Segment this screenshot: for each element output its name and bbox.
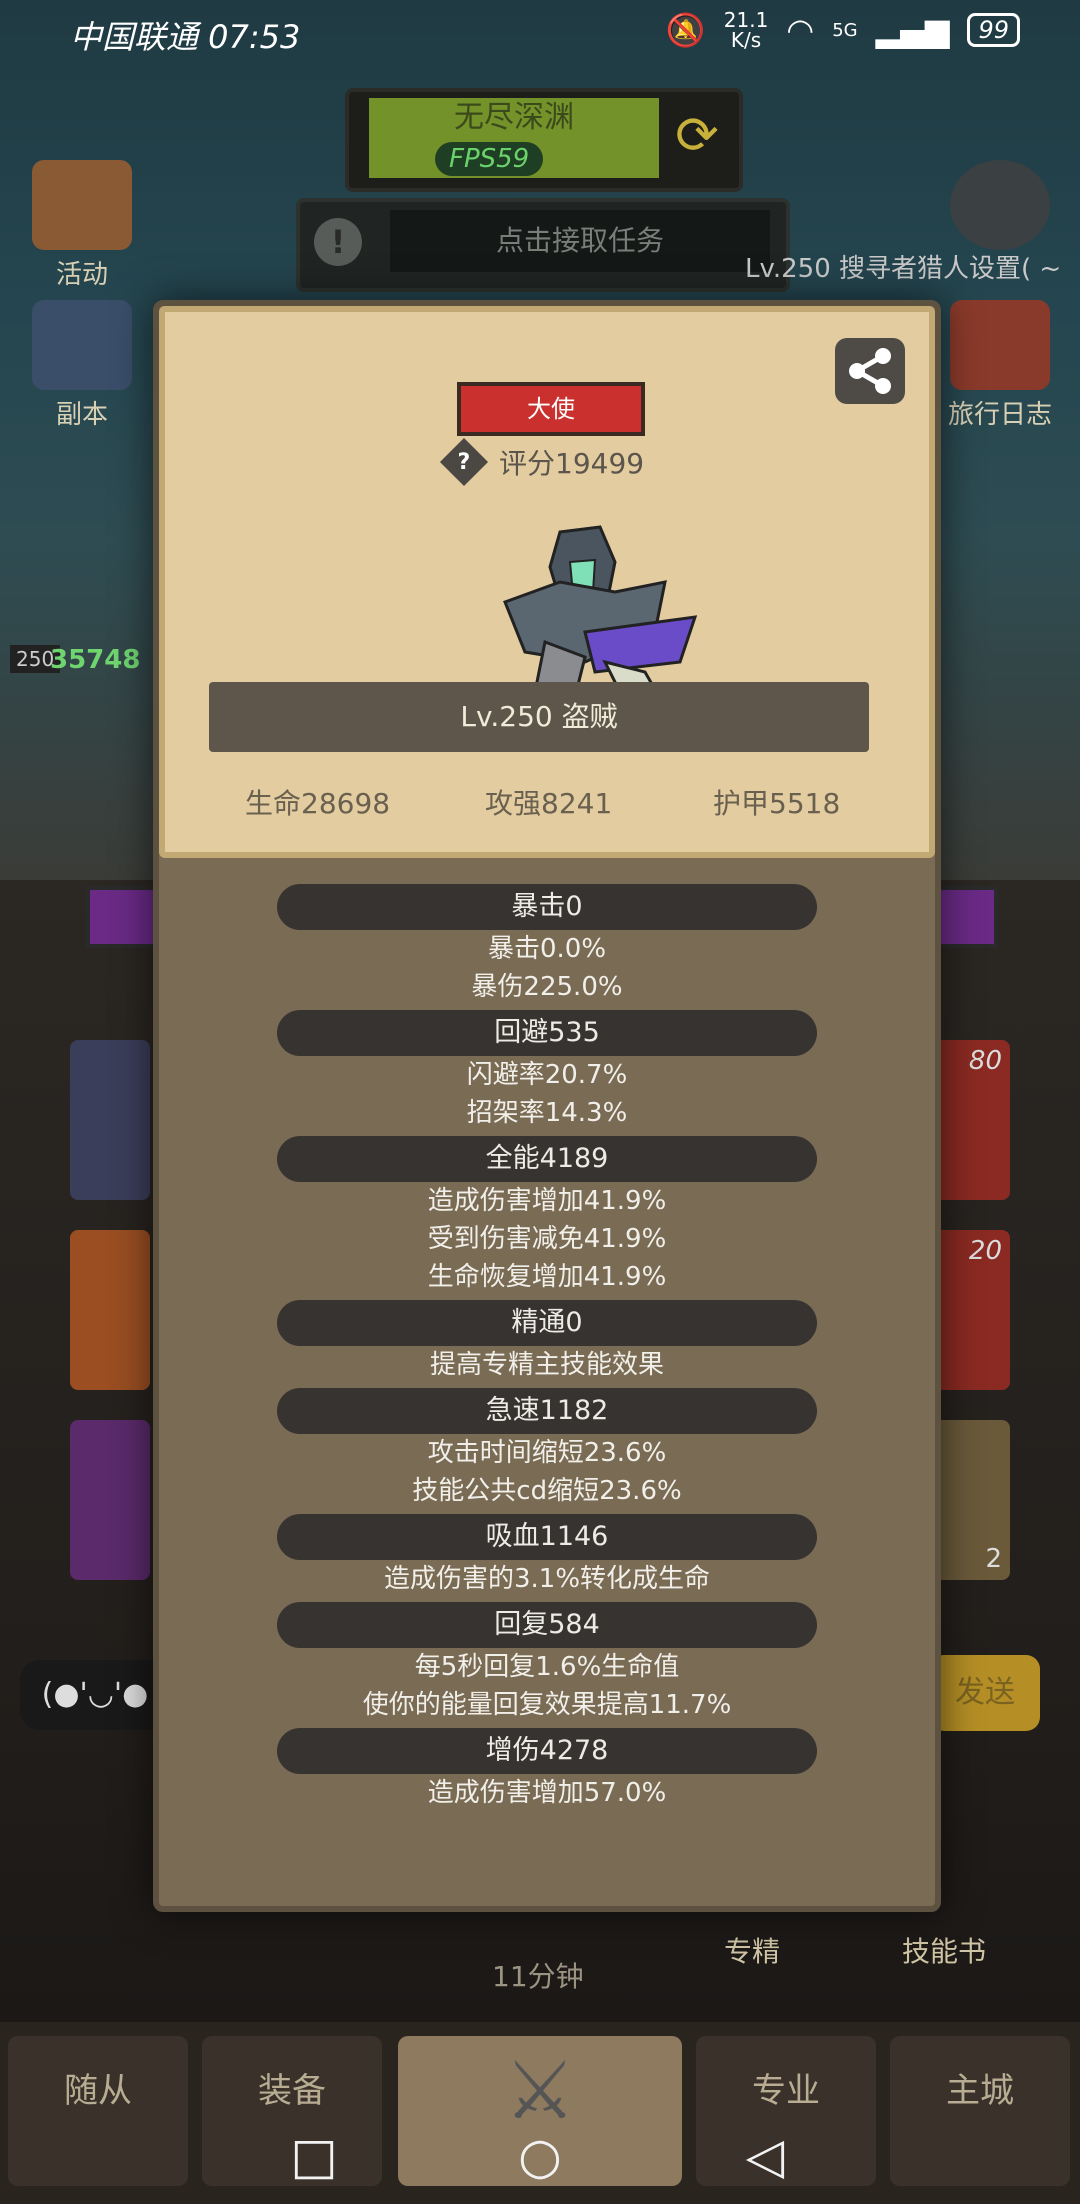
- attr-header-haste: 急速1182: [277, 1388, 817, 1434]
- status-icons: 🔕 21.1 K/s ◠ 5G ▂▄▆ 99: [666, 10, 1020, 50]
- travel-log-button[interactable]: 旅行日志: [940, 300, 1060, 431]
- attribute-list: 暴击0 暴击0.0% 暴伤225.0% 回避535 闪避率20.7% 招架率14…: [159, 884, 935, 1812]
- back-triangle-icon[interactable]: ◁: [735, 2126, 795, 2186]
- dungeon-selector[interactable]: 无尽深渊 10 ⟳: [345, 88, 743, 192]
- attr-line: 造成伤害增加57.0%: [427, 1778, 667, 1808]
- share-button[interactable]: [835, 338, 905, 404]
- chat-preview[interactable]: (●'◡'●: [20, 1660, 170, 1730]
- hero-stats-modal: 大使 ? 评分19499 Lv.250 盗贼 生命28698 攻强8241 护甲…: [153, 300, 941, 1912]
- timer-label: 11分钟: [492, 1960, 584, 1993]
- attr-line: 造成伤害增加41.9%: [427, 1186, 667, 1216]
- hero-armor: 护甲5518: [713, 787, 841, 820]
- network-speed-unit: K/s: [730, 28, 762, 52]
- recents-square-icon[interactable]: □: [284, 2126, 344, 2186]
- gear-icon: [950, 160, 1050, 250]
- attr-line: 暴击0.0%: [487, 934, 607, 964]
- dungeon-name: 无尽深渊: [454, 100, 574, 135]
- rank-badge: 大使: [457, 382, 645, 436]
- attr-header-versatility: 全能4189: [277, 1136, 817, 1182]
- attr-line: 暴伤225.0%: [471, 972, 623, 1002]
- status-bar: 中国联通 07:53 🔕 21.1 K/s ◠ 5G ▂▄▆ 99: [0, 0, 1080, 66]
- battery-indicator: 99: [967, 13, 1020, 47]
- dungeon-button[interactable]: 副本: [22, 300, 142, 431]
- book-icon: [950, 300, 1050, 390]
- network-speed-value: 21.1: [723, 8, 769, 32]
- card-left-1[interactable]: [70, 1040, 150, 1200]
- skill-book-label[interactable]: 技能书: [902, 1930, 986, 1970]
- question-help-icon[interactable]: ?: [439, 437, 489, 487]
- attr-header-crit: 暴击0: [277, 884, 817, 930]
- network-speed: 21.1 K/s: [724, 10, 769, 50]
- hero-summary-card: 大使 ? 评分19499 Lv.250 盗贼 生命28698 攻强8241 护甲…: [159, 306, 935, 858]
- home-circle-icon[interactable]: ○: [510, 2126, 570, 2186]
- activity-label: 活动: [55, 260, 108, 290]
- hero-name-bar: Lv.250 盗贼: [209, 682, 869, 752]
- attr-header-mastery: 精通0: [277, 1300, 817, 1346]
- accept-quest-button[interactable]: 点击接取任务: [390, 210, 770, 272]
- card-right-3[interactable]: 2: [930, 1420, 1010, 1580]
- attr-line: 招架率14.3%: [466, 1098, 628, 1128]
- card-left-3[interactable]: [70, 1420, 150, 1580]
- attr-line: 每5秒回复1.6%生命值: [414, 1652, 680, 1682]
- attr-line: 造成伤害的3.1%转化成生命: [383, 1564, 711, 1594]
- score-row: ? 评分19499: [439, 437, 645, 487]
- mute-bell-icon: 🔕: [665, 11, 706, 49]
- attr-header-avoidance: 回避535: [277, 1010, 817, 1056]
- attr-line: 生命恢复增加41.9%: [427, 1262, 667, 1292]
- attr-header-damage-bonus: 增伤4278: [277, 1728, 817, 1774]
- attr-header-regen: 回复584: [277, 1602, 817, 1648]
- hunt-status-text: Lv.250 搜寻者猎人设置( ~: [745, 254, 1062, 284]
- quest-panel[interactable]: ! 点击接取任务: [296, 198, 790, 292]
- send-button[interactable]: 发送: [930, 1655, 1040, 1731]
- share-icon: [849, 348, 891, 394]
- specialization-label[interactable]: 专精: [724, 1930, 780, 1970]
- attr-line: 攻击时间缩短23.6%: [427, 1438, 667, 1468]
- scroll-icon: [32, 160, 132, 250]
- attr-line: 使你的能量回复效果提高11.7%: [362, 1690, 732, 1720]
- wifi-icon: ◠: [786, 11, 815, 49]
- dungeon-label: 副本: [55, 400, 108, 430]
- fps-counter: FPS59: [435, 142, 544, 176]
- attr-header-lifesteal: 吸血1146: [277, 1514, 817, 1560]
- card-right-1[interactable]: 80: [930, 1040, 1010, 1200]
- attr-line: 技能公共cd缩短23.6%: [412, 1476, 682, 1506]
- attr-line: 提高专精主技能效果: [429, 1350, 664, 1380]
- portal-icon: [32, 300, 132, 390]
- card-count: 20: [968, 1236, 1002, 1266]
- player-hp: 35748: [50, 645, 141, 675]
- card-left-2[interactable]: [70, 1230, 150, 1390]
- signal-label: 5G: [832, 19, 858, 41]
- hero-score: 评分19499: [499, 447, 645, 480]
- card-right-2[interactable]: 20: [930, 1230, 1010, 1390]
- card-count: 2: [985, 1544, 1002, 1574]
- hero-attack-power: 攻强8241: [485, 787, 613, 820]
- signal-bars-icon: ▂▄▆: [875, 11, 950, 49]
- card-count: 80: [968, 1046, 1002, 1076]
- activity-button[interactable]: 活动: [22, 160, 142, 291]
- system-nav-bar: □ ○ ◁: [0, 2110, 1080, 2204]
- travel-log-label: 旅行日志: [947, 400, 1052, 430]
- hero-hp: 生命28698: [245, 787, 391, 820]
- exclamation-icon: !: [314, 218, 362, 266]
- attr-line: 闪避率20.7%: [466, 1060, 628, 1090]
- carrier-time: 中国联通 07:53: [70, 18, 301, 56]
- attr-line: 受到伤害减免41.9%: [427, 1224, 667, 1254]
- switch-arrows-icon[interactable]: ⟳: [667, 106, 727, 166]
- settings-button[interactable]: [940, 160, 1060, 254]
